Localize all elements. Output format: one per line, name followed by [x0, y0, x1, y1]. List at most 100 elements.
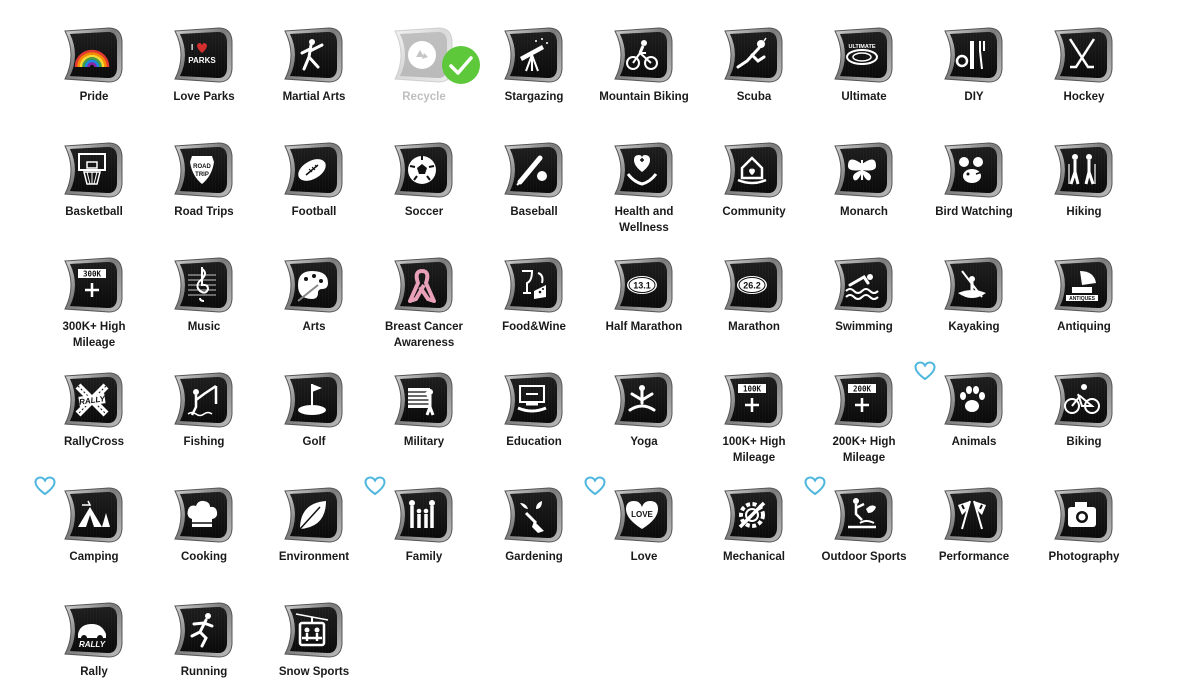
badge-tile-baseball[interactable]: Baseball	[479, 142, 589, 254]
badge-image	[503, 27, 565, 83]
badge-image	[1053, 487, 1115, 543]
badge-tile-300k-high-mileage[interactable]: 300K 300K+ High Mileage	[39, 257, 149, 369]
badge-tile-football[interactable]: Football	[259, 142, 369, 254]
badge-image: 200K	[833, 372, 895, 428]
badge-label: Breast Cancer Awareness	[385, 321, 463, 349]
badge-tile-bird-watching[interactable]: Bird Watching	[919, 142, 1029, 254]
badge-tile-family[interactable]: Family	[364, 476, 479, 599]
badge-tile-love-parks[interactable]: I PARKS Love Parks	[149, 27, 259, 139]
telescope-icon	[512, 33, 552, 77]
badge-tile-snow-sports[interactable]: Snow Sports	[259, 602, 369, 700]
badge-label: 300K+ High Mileage	[62, 321, 126, 349]
favorite-heart-icon[interactable]	[34, 476, 56, 496]
mileage-200k-icon: 200K	[842, 378, 882, 422]
rallycross-icon: RALLY	[72, 378, 112, 422]
badge-tile-photography[interactable]: Photography	[1029, 487, 1139, 599]
badge-tile-biking[interactable]: Biking	[1029, 372, 1139, 484]
badge-tile-mechanical[interactable]: Mechanical	[699, 487, 809, 599]
badge-image	[723, 27, 785, 83]
badge-tile-health-and-wellness[interactable]: Health and Wellness	[589, 142, 699, 254]
badge-tile-half-marathon[interactable]: 13.1 Half Marathon	[589, 257, 699, 369]
badge-image	[393, 142, 455, 198]
badge-tile-outdoor-sports[interactable]: Outdoor Sports	[804, 476, 919, 599]
badge-tile-breast-cancer-awareness[interactable]: Breast Cancer Awareness	[369, 257, 479, 369]
butterfly-icon	[842, 148, 882, 192]
mileage-300k-icon: 300K	[72, 263, 112, 307]
leaf-icon	[292, 493, 332, 537]
rally-car-icon: RALLY	[72, 608, 112, 652]
badge-tile-music[interactable]: Music	[149, 257, 259, 369]
badge-tile-road-trips[interactable]: ROAD TRIP Road Trips	[149, 142, 259, 254]
badge-tile-100k-high-mileage[interactable]: 100K 100K+ High Mileage	[699, 372, 809, 484]
badge-tile-cooking[interactable]: Cooking	[149, 487, 259, 599]
camping-icon	[72, 493, 112, 537]
badge-tile-recycle[interactable]: Recycle	[369, 27, 480, 139]
badge-label: Hockey	[1063, 91, 1105, 103]
badge-tile-antiquing[interactable]: ANTIQUES Antiquing	[1029, 257, 1139, 369]
badge-tile-rallycross[interactable]: RALLY RallyCross	[39, 372, 149, 484]
badge-tile-education[interactable]: Education	[479, 372, 589, 484]
badge-tile-monarch[interactable]: Monarch	[809, 142, 919, 254]
rallycross-text: RALLY	[79, 394, 107, 407]
badge-tile-military[interactable]: Military	[369, 372, 479, 484]
badge-tile-kayaking[interactable]: Kayaking	[919, 257, 1029, 369]
basketball-hoop-icon	[72, 148, 112, 192]
badge-tile-marathon[interactable]: 26.2 Marathon	[699, 257, 809, 369]
badge-label: Military	[403, 436, 445, 448]
badge-label: Marathon	[728, 321, 780, 333]
badge-label: Biking	[1066, 436, 1102, 448]
badge-tile-stargazing[interactable]: Stargazing	[479, 27, 589, 139]
badge-image: 100K	[723, 372, 785, 428]
badge-tile-yoga[interactable]: Yoga	[589, 372, 699, 484]
badge-tile-running[interactable]: Running	[149, 602, 259, 700]
badge-tile-gardening[interactable]: Gardening	[479, 487, 589, 599]
badge-tile-performance[interactable]: Performance	[919, 487, 1029, 599]
badge-tile-ultimate[interactable]: ULTIMATE Ultimate	[809, 27, 919, 139]
favorite-heart-icon[interactable]	[804, 476, 826, 496]
badge-tile-hiking[interactable]: Hiking	[1029, 142, 1139, 254]
badge-tile-food-wine[interactable]: Food&Wine	[479, 257, 589, 369]
badge-tile-camping[interactable]: Camping	[34, 476, 149, 599]
favorite-heart-icon[interactable]	[914, 361, 936, 381]
favorite-heart-icon[interactable]	[584, 476, 606, 496]
badge-image	[613, 27, 675, 83]
badge-tile-diy[interactable]: DIY	[919, 27, 1029, 139]
badge-tile-swimming[interactable]: Swimming	[809, 257, 919, 369]
badge-tile-mountain-biking[interactable]: Mountain Biking	[589, 27, 699, 139]
badge-label: Recycle	[402, 91, 446, 103]
badge-tile-golf[interactable]: Golf	[259, 372, 369, 484]
badge-tile-environment[interactable]: Environment	[259, 487, 369, 599]
badge-image	[723, 487, 785, 543]
favorite-heart-icon[interactable]	[364, 476, 386, 496]
mileage-100k-text: 100K	[743, 385, 762, 394]
food-wine-icon	[512, 263, 552, 307]
badge-label: Martial Arts	[282, 91, 346, 103]
badge-tile-animals[interactable]: Animals	[914, 361, 1029, 484]
wrench-gear-icon	[732, 493, 772, 537]
badge-tile-hockey[interactable]: Hockey	[1029, 27, 1139, 139]
badge-tile-martial-arts[interactable]: Martial Arts	[259, 27, 369, 139]
education-book-icon	[512, 378, 552, 422]
badge-image	[393, 487, 455, 543]
badge-tile-scuba[interactable]: Scuba	[699, 27, 809, 139]
badge-tile-love[interactable]: LOVE Love	[584, 476, 699, 599]
swimmer-icon	[842, 263, 882, 307]
badge-tile-fishing[interactable]: Fishing	[149, 372, 259, 484]
badge-image	[723, 142, 785, 198]
badge-tile-community[interactable]: Community	[699, 142, 809, 254]
badge-tile-rally[interactable]: RALLY Rally	[39, 602, 149, 700]
mileage-300k-text: 300K	[83, 270, 102, 279]
treble-clef-icon	[182, 263, 222, 307]
badge-tile-arts[interactable]: Arts	[259, 257, 369, 369]
badge-tile-basketball[interactable]: Basketball	[39, 142, 149, 254]
badge-tile-pride[interactable]: Pride	[39, 27, 149, 139]
badge-tile-soccer[interactable]: Soccer	[369, 142, 479, 254]
baseball-bat-icon	[512, 148, 552, 192]
military-flag-icon	[402, 378, 442, 422]
badge-tile-200k-high-mileage[interactable]: 200K 200K+ High Mileage	[809, 372, 919, 484]
badge-label: Camping	[69, 551, 119, 563]
family-icon	[402, 493, 442, 537]
rally-text: RALLY	[79, 640, 106, 649]
rainbow-icon	[72, 33, 112, 77]
badge-image	[393, 372, 455, 428]
